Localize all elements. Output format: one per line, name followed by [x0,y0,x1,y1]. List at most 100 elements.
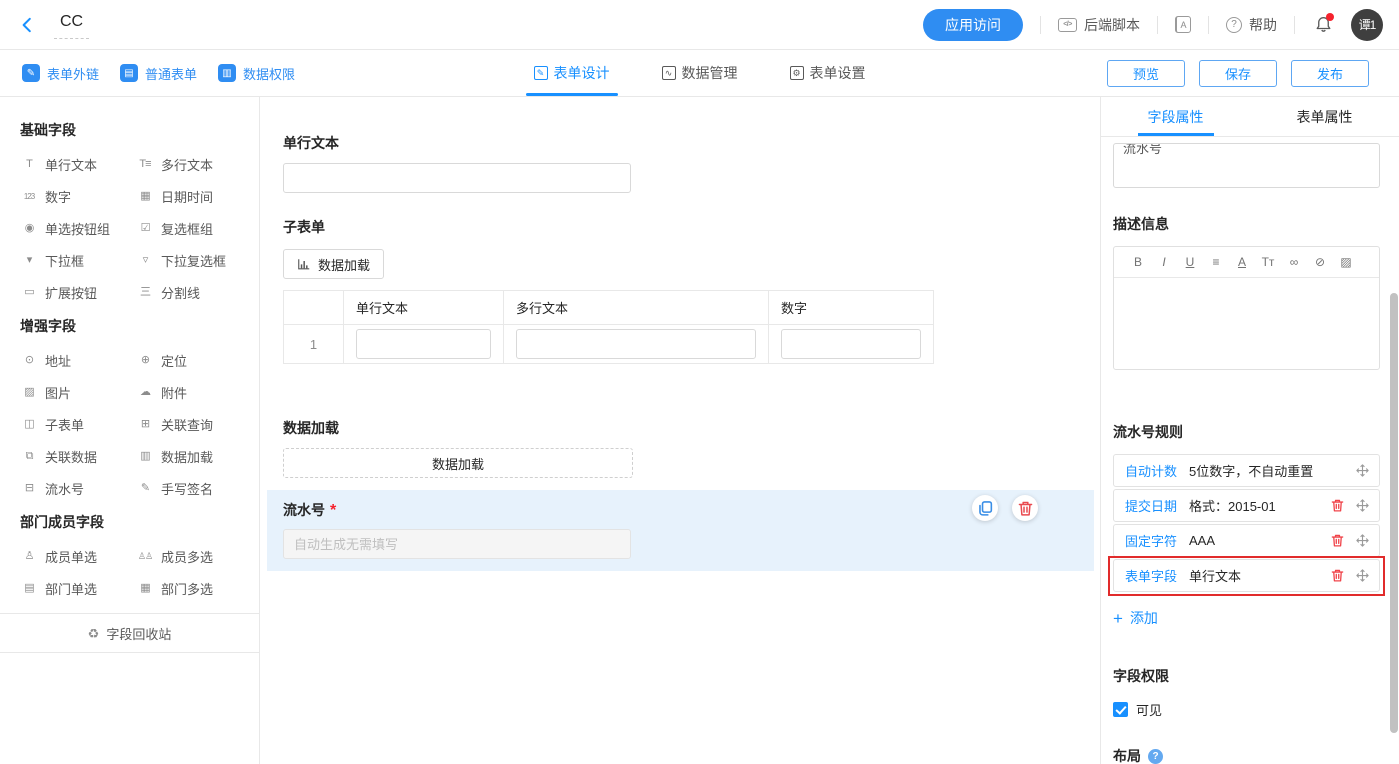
canvas-field-serial-number-selected[interactable]: 流水号* [267,490,1094,571]
copy-field-button[interactable] [972,495,998,521]
app-access-button[interactable]: 应用访问 [923,9,1023,41]
subform-text-input[interactable] [356,329,491,359]
field-item-label: 成员多选 [161,547,213,566]
tab-data-management[interactable]: ∿ 数据管理 [662,50,738,96]
sidebar-item-member-single[interactable]: ♙成员单选 [20,549,136,564]
subform-number-input[interactable] [781,329,921,359]
plain-form-label: 普通表单 [145,64,197,83]
visible-checkbox-row[interactable]: 可见 [1113,700,1380,719]
description-editor-body[interactable] [1114,278,1379,369]
sidebar-item-serial-number[interactable]: ⊟流水号 [20,481,136,496]
serial-rule-auto-count[interactable]: 自动计数 5位数字，不自动重置 [1113,454,1380,487]
drag-rule-handle[interactable] [1355,568,1370,583]
delete-rule-button[interactable] [1330,498,1345,513]
avatar[interactable]: 谭1 [1351,9,1383,41]
add-rule-button[interactable]: + 添加 [1113,608,1380,628]
subform-multiline-input[interactable] [516,329,756,359]
drag-rule-handle[interactable] [1355,498,1370,513]
field-item-label: 下拉框 [45,251,84,270]
plain-form-button[interactable]: ▤ 普通表单 [120,64,197,83]
sidebar-item-dept-single[interactable]: ▤部门单选 [20,581,136,596]
align-icon[interactable]: ≡ [1203,255,1229,269]
field-item-label: 图片 [45,383,71,402]
serial-rule-form-field[interactable]: 表单字段 单行文本 [1113,559,1380,592]
unlink-icon[interactable]: ⊘ [1307,255,1333,269]
panel-scrollbar[interactable] [1390,293,1398,733]
canvas-field-data-load[interactable]: 数据加载 数据加载 [260,406,1100,490]
form-canvas[interactable]: 单行文本 子表单 数据加载 单行文本 多行文本 数字 [260,97,1100,764]
insert-image-icon[interactable]: ▨ [1333,255,1359,269]
divider [1157,16,1158,34]
delete-rule-button[interactable] [1330,568,1345,583]
sidebar-item-number[interactable]: 123数字 [20,189,136,204]
subform-icon: ◫ [20,419,38,430]
backend-script-button[interactable]: </> 后端脚本 [1058,15,1140,35]
publish-button[interactable]: 发布 [1291,60,1369,87]
field-title-input[interactable]: 流水号 [1113,143,1380,188]
single-line-text-input[interactable] [283,163,631,193]
sidebar-item-dept-multi[interactable]: ▦部门多选 [136,581,249,596]
address-icon: ⊙ [20,355,38,366]
sidebar-item-linked-data[interactable]: ⧉关联数据 [20,449,136,464]
signature-icon: ✎ [136,483,154,494]
delete-rule-button[interactable] [1330,533,1345,548]
sidebar-item-datetime[interactable]: ▦日期时间 [136,189,249,204]
link-icon[interactable]: ∞ [1281,255,1307,269]
sidebar-item-dropdown-multi[interactable]: ▿下拉复选框 [136,253,249,268]
sidebar-item-extend-button[interactable]: ▭扩展按钮 [20,285,136,300]
sidebar-item-multi-line-text[interactable]: T≡多行文本 [136,157,249,172]
section-title-dept-member-fields: 部门成员字段 [0,512,259,532]
font-color-icon[interactable]: A [1229,255,1255,269]
subform-data-load-button[interactable]: 数据加载 [283,249,384,279]
drag-rule-handle[interactable] [1355,533,1370,548]
tab-field-properties[interactable]: 字段属性 [1101,97,1250,136]
contacts-button[interactable]: A [1175,16,1191,33]
layout-help-icon[interactable]: ? [1148,749,1163,764]
sidebar-item-divider-line[interactable]: 三分割线 [136,285,249,300]
form-title[interactable]: CC [54,11,89,39]
notification-button[interactable] [1312,14,1334,36]
sidebar-item-radio-group[interactable]: ◉单选按钮组 [20,221,136,236]
serial-rule-fixed-chars[interactable]: 固定字符 AAA [1113,524,1380,557]
field-item-label: 下拉复选框 [161,251,226,270]
sidebar-item-address[interactable]: ⊙地址 [20,353,136,368]
sidebar-item-attachment[interactable]: ☁附件 [136,385,249,400]
notification-badge [1326,13,1334,21]
save-button[interactable]: 保存 [1199,60,1277,87]
back-button[interactable] [18,10,48,40]
tab-form-settings[interactable]: ⚙ 表单设置 [790,50,866,96]
sidebar-item-member-multi[interactable]: ♙♙成员多选 [136,549,249,564]
tab-form-design[interactable]: ✎ 表单设计 [534,50,610,96]
move-icon [1355,568,1370,583]
sidebar-item-linked-query[interactable]: ⊞关联查询 [136,417,249,432]
field-item-label: 子表单 [45,415,84,434]
font-size-icon[interactable]: Tт [1255,255,1281,269]
sidebar-item-dropdown[interactable]: ▾下拉框 [20,253,136,268]
bold-icon[interactable]: B [1125,255,1151,269]
visible-label: 可见 [1136,700,1162,719]
canvas-field-subform[interactable]: 子表单 数据加载 单行文本 多行文本 数字 1 [260,205,1100,406]
help-button[interactable]: ? 帮助 [1226,15,1277,35]
checkbox-checked-icon[interactable] [1113,702,1128,717]
header: CC 应用访问 </> 后端脚本 A ? 帮助 谭1 [0,0,1399,50]
sidebar-item-checkbox-group[interactable]: ☑复选框组 [136,221,249,236]
data-permission-button[interactable]: ▥ 数据权限 [218,64,295,83]
data-load-trigger-button[interactable]: 数据加载 [283,448,633,478]
delete-field-button[interactable] [1012,495,1038,521]
sidebar-item-image[interactable]: ▨图片 [20,385,136,400]
sidebar-item-location[interactable]: ⊕定位 [136,353,249,368]
canvas-field-single-line-text[interactable]: 单行文本 [260,117,1100,205]
sidebar-item-data-load[interactable]: ▥数据加载 [136,449,249,464]
form-external-link-button[interactable]: ✎ 表单外链 [22,64,99,83]
preview-button[interactable]: 预览 [1107,60,1185,87]
sidebar-item-subform[interactable]: ◫ 子表单 [20,417,136,432]
underline-icon[interactable]: U [1177,255,1203,269]
serial-number-input[interactable] [283,529,631,559]
serial-rule-submit-date[interactable]: 提交日期 格式：2015-01 [1113,489,1380,522]
sidebar-item-signature[interactable]: ✎手写签名 [136,481,249,496]
sidebar-item-single-line-text[interactable]: T单行文本 [20,157,136,172]
field-recycle-bin-button[interactable]: ♻ 字段回收站 [0,613,259,653]
tab-form-properties[interactable]: 表单属性 [1250,97,1399,136]
italic-icon[interactable]: I [1151,255,1177,269]
drag-rule-handle[interactable] [1355,463,1370,478]
